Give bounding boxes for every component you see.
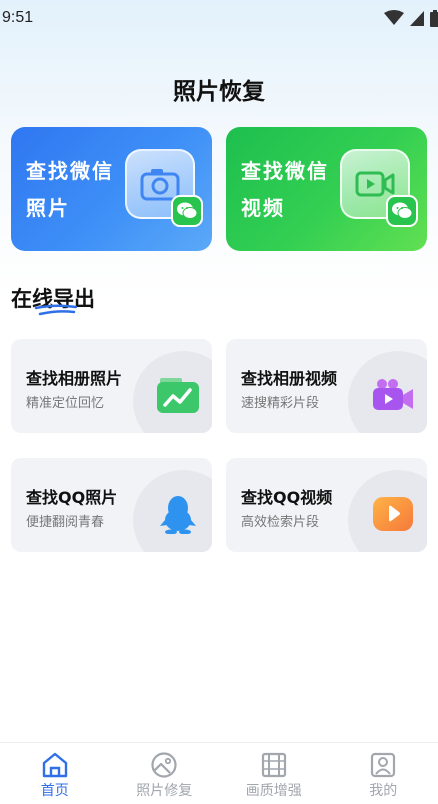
find-wechat-photos-card[interactable]: 查找微信 照片 [11, 127, 212, 251]
card-subtitle: 高效检索片段 [241, 515, 320, 530]
card-subtitle: 便捷翻阅青春 [26, 515, 105, 530]
find-qq-videos-card[interactable]: 查找QQ视频 高效检索片段 [226, 458, 427, 552]
photo-icon [156, 375, 200, 415]
card-title: 查找QQ照片 [26, 488, 118, 507]
section-underline-decoration [34, 304, 78, 316]
hero-text: 查找微信 视频 [241, 153, 329, 227]
bottom-tab-bar: 首页 照片修复 画质增强 我的 [0, 742, 438, 804]
tab-photo-repair[interactable]: 照片修复 [110, 743, 220, 804]
tab-quality-enhance[interactable]: 画质增强 [219, 743, 329, 804]
tab-profile[interactable]: 我的 [329, 743, 438, 804]
status-bar: 9:51 [0, 0, 438, 36]
tab-label: 我的 [369, 783, 398, 799]
card-subtitle: 精准定位回忆 [26, 396, 105, 411]
hero-line2: 照片 [26, 196, 70, 220]
tab-label: 首页 [40, 783, 69, 799]
card-subtitle: 速搜精彩片段 [241, 396, 320, 411]
hero-text: 查找微信 照片 [26, 153, 114, 227]
card-title: 查找相册视频 [241, 369, 338, 388]
status-icons [384, 9, 438, 27]
profile-icon [371, 752, 396, 778]
find-qq-photos-card[interactable]: 查找QQ照片 便捷翻阅青春 [11, 458, 212, 552]
battery-icon [430, 9, 438, 27]
status-time: 9:51 [2, 9, 34, 26]
hero-line1: 查找微信 [26, 159, 114, 183]
home-icon [42, 752, 67, 778]
card-title: 查找相册照片 [26, 369, 123, 388]
hero-line1: 查找微信 [241, 159, 329, 183]
film-icon [261, 752, 286, 778]
play-icon [371, 494, 415, 534]
image-icon [151, 752, 177, 778]
video-camera-icon [371, 375, 415, 415]
find-wechat-videos-card[interactable]: 查找微信 视频 [226, 127, 427, 251]
page-title: 照片恢复 [173, 79, 265, 105]
card-title: 查找QQ视频 [241, 488, 333, 507]
tab-label: 照片修复 [136, 783, 193, 799]
tab-label: 画质增强 [245, 783, 302, 799]
tab-home[interactable]: 首页 [0, 743, 110, 804]
qq-penguin-icon [156, 494, 200, 534]
find-album-videos-card[interactable]: 查找相册视频 速搜精彩片段 [226, 339, 427, 433]
wechat-icon [386, 195, 418, 227]
hero-line2: 视频 [241, 196, 285, 220]
signal-icon [410, 10, 424, 26]
wechat-icon [171, 195, 203, 227]
find-album-photos-card[interactable]: 查找相册照片 精准定位回忆 [11, 339, 212, 433]
wifi-icon [384, 10, 404, 25]
